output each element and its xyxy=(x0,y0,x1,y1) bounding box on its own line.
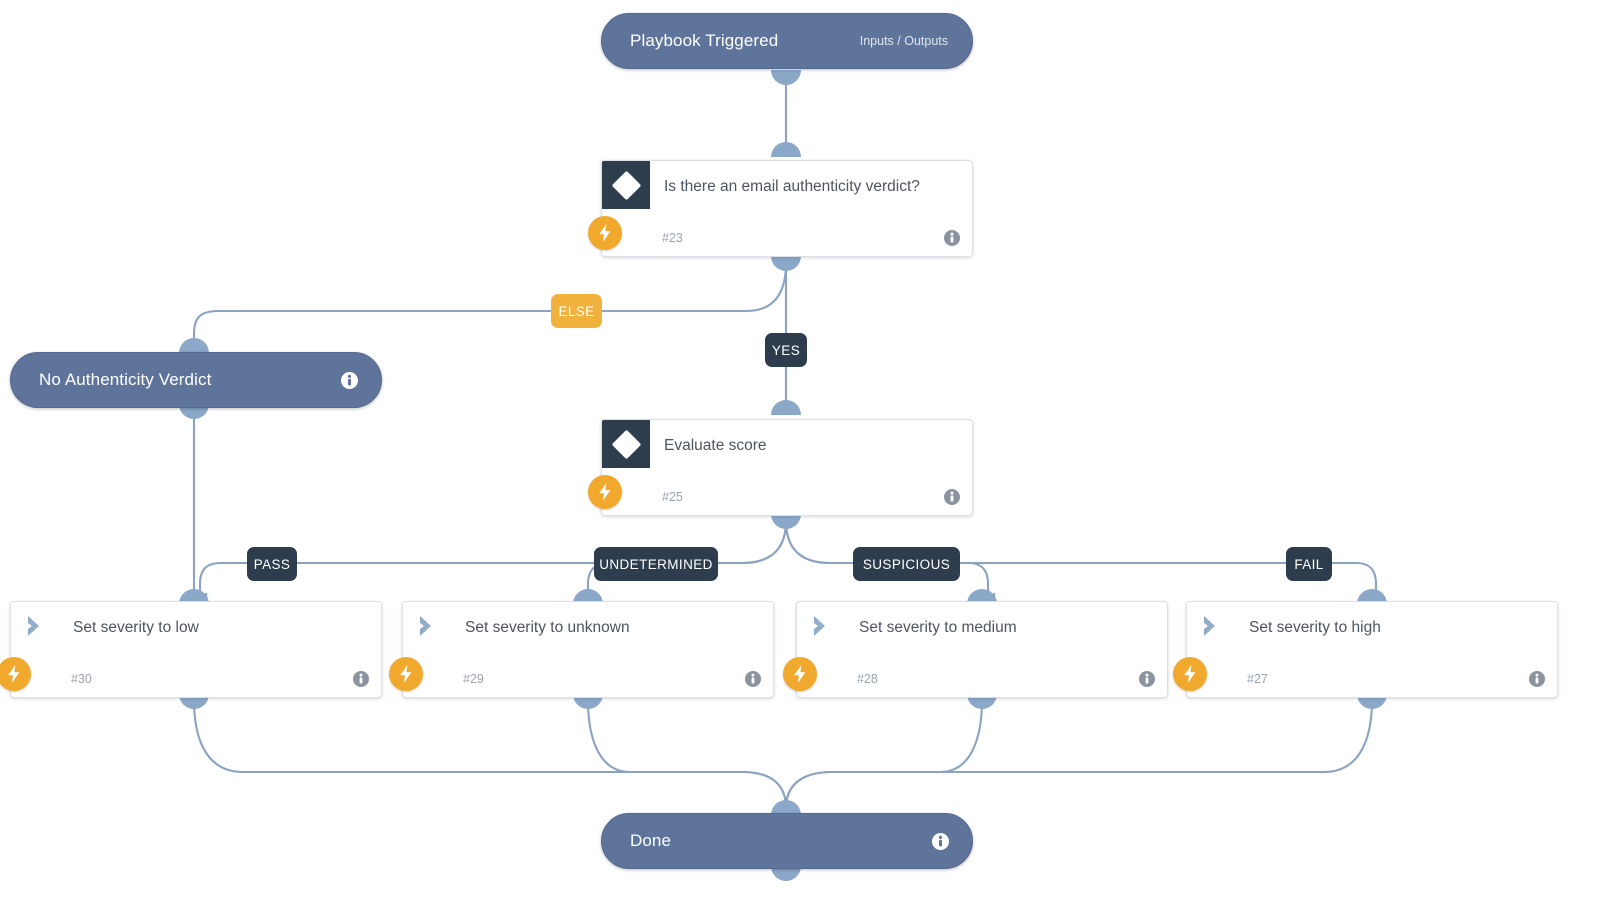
node-title: No Authenticity Verdict xyxy=(39,370,212,389)
node-title: Playbook Triggered xyxy=(630,31,779,50)
lightning-bolt-icon xyxy=(783,657,817,691)
info-icon[interactable] xyxy=(1529,671,1545,687)
branch-label-else[interactable]: ELSE xyxy=(551,294,602,328)
branch-label-text: FAIL xyxy=(1294,556,1324,572)
port-noverdict-in xyxy=(179,338,209,353)
info-icon[interactable] xyxy=(1139,671,1155,687)
node-title: Set severity to medium xyxy=(859,619,1017,636)
chevron-right-icon xyxy=(797,602,845,650)
port-decision23-out xyxy=(771,256,801,271)
diamond-icon xyxy=(602,420,650,468)
info-icon[interactable] xyxy=(353,671,369,687)
node-done[interactable]: Done xyxy=(601,813,973,869)
edge-sevlow-to-done xyxy=(192,699,794,813)
node-id: #25 xyxy=(662,490,683,504)
chevron-right-icon xyxy=(11,602,59,650)
branch-label-text: YES xyxy=(771,342,801,358)
node-condition-email-authenticity[interactable]: Is there an email authenticity verdict? … xyxy=(588,160,973,257)
branch-label-undetermined[interactable]: UNDETERMINED xyxy=(594,547,718,581)
diamond-icon xyxy=(602,161,650,209)
edge-else-to-no-verdict xyxy=(192,262,788,349)
inputs-outputs-link[interactable]: Inputs / Outputs xyxy=(860,34,972,48)
branch-label-yes[interactable]: YES xyxy=(765,333,807,367)
node-title: Done xyxy=(630,831,672,850)
info-icon[interactable] xyxy=(944,230,960,246)
info-icon[interactable] xyxy=(944,489,960,505)
node-title: Set severity to high xyxy=(1249,619,1381,636)
port-evaluate-in xyxy=(771,400,801,415)
info-icon[interactable] xyxy=(341,372,358,389)
node-action-set-severity-low[interactable]: Set severity to low #30 xyxy=(0,601,382,698)
node-title: Set severity to low xyxy=(73,619,199,636)
branch-label-text: SUSPICIOUS xyxy=(862,556,951,572)
port-decision23-in xyxy=(771,142,801,157)
edge-sevhigh-to-done xyxy=(784,699,1374,809)
node-id: #29 xyxy=(463,672,484,686)
chevron-right-icon xyxy=(1187,602,1235,650)
node-id: #27 xyxy=(1247,672,1268,686)
edge-sevunknown-to-done xyxy=(586,699,788,809)
chevron-right-icon xyxy=(403,602,451,650)
node-title: Set severity to unknown xyxy=(465,619,630,636)
branch-label-suspicious[interactable]: SUSPICIOUS xyxy=(853,547,960,581)
node-id: #30 xyxy=(71,672,92,686)
node-id: #23 xyxy=(662,231,683,245)
node-action-set-severity-medium[interactable]: Set severity to medium #28 xyxy=(783,601,1168,698)
node-action-set-severity-high[interactable]: Set severity to high #27 xyxy=(1173,601,1558,698)
node-title: Evaluate score xyxy=(664,437,767,454)
branch-label-text: PASS xyxy=(253,556,291,572)
branch-label-pass[interactable]: PASS xyxy=(247,547,297,581)
port-evaluate-out xyxy=(771,514,801,529)
playbook-canvas[interactable]: Playbook Triggered Inputs / Outputs Is t… xyxy=(0,0,1600,914)
node-no-authenticity-verdict[interactable]: No Authenticity Verdict xyxy=(10,352,382,408)
branch-label-text: ELSE xyxy=(558,303,595,319)
edge-sevmedium-to-done xyxy=(784,699,984,809)
branch-label-fail[interactable]: FAIL xyxy=(1286,547,1332,581)
node-playbook-triggered[interactable]: Playbook Triggered Inputs / Outputs xyxy=(601,13,973,69)
node-id: #28 xyxy=(857,672,878,686)
branch-label-text: UNDETERMINED xyxy=(599,556,713,572)
lightning-bolt-icon xyxy=(1173,657,1207,691)
node-action-set-severity-unknown[interactable]: Set severity to unknown #29 xyxy=(389,601,774,698)
node-condition-evaluate-score[interactable]: Evaluate score #25 xyxy=(588,419,973,516)
node-title: Is there an email authenticity verdict? xyxy=(664,178,920,195)
lightning-bolt-icon xyxy=(588,216,622,250)
lightning-bolt-icon xyxy=(389,657,423,691)
lightning-bolt-icon xyxy=(588,475,622,509)
port-trigger-out xyxy=(771,70,801,85)
info-icon[interactable] xyxy=(745,671,761,687)
info-icon[interactable] xyxy=(932,833,949,850)
